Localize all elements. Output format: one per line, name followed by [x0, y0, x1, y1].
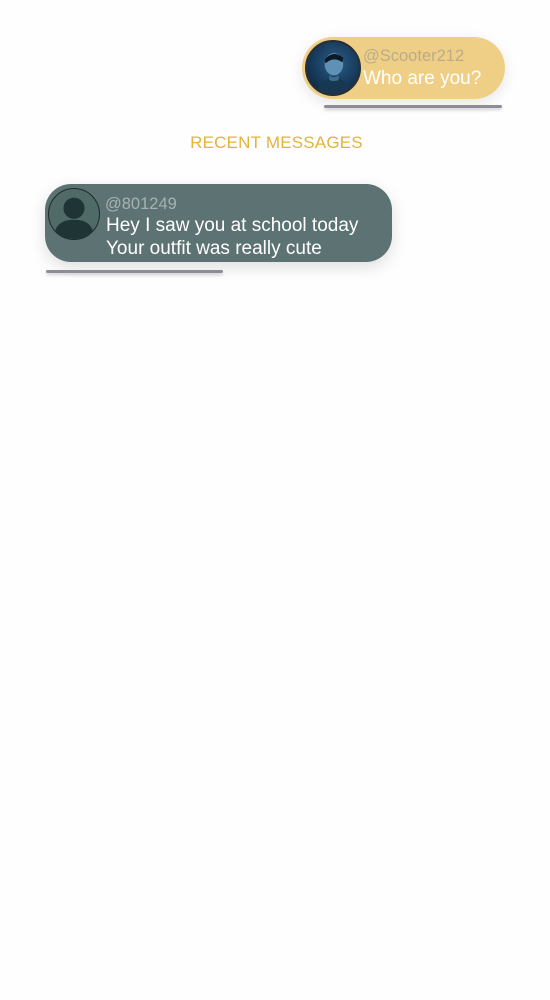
avatar-photo-icon — [316, 53, 352, 94]
user-photo-avatar[interactable] — [305, 40, 361, 96]
sender-handle: @801249 — [105, 195, 177, 213]
message-divider — [324, 105, 502, 108]
message-text: Who are you? — [363, 68, 482, 89]
outgoing-message-bubble[interactable]: @Scooter212 Who are you? — [302, 37, 505, 99]
message-text-line: Hey I saw you at school today — [106, 215, 359, 236]
sender-handle: @Scooter212 — [363, 47, 465, 65]
recent-message-bubble[interactable]: @801249 Hey I saw you at school today Yo… — [45, 184, 392, 262]
message-divider — [46, 270, 223, 273]
message-text-line: Your outfit was really cute — [106, 238, 322, 259]
recent-messages-heading: RECENT MESSAGES — [190, 133, 363, 152]
user-silhouette-icon — [54, 197, 94, 239]
default-user-icon[interactable] — [48, 188, 100, 240]
